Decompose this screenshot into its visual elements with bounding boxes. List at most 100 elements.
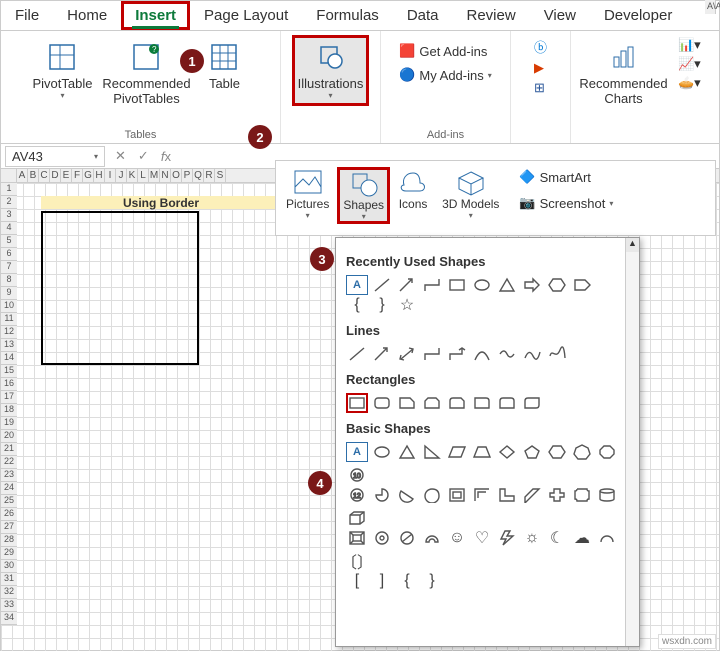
moon-shape[interactable]: ☾ bbox=[546, 528, 568, 548]
rbrace-shape[interactable]: } bbox=[371, 295, 393, 315]
dodecagon-shape[interactable]: 12 bbox=[346, 485, 368, 505]
3d-models-button[interactable]: 3D Models▾ bbox=[436, 167, 505, 222]
rectangle-shape[interactable] bbox=[346, 393, 368, 413]
rounded-rect-shape[interactable] bbox=[371, 393, 393, 413]
bevel-shape[interactable] bbox=[346, 528, 368, 548]
line-arrow-shape[interactable] bbox=[371, 344, 393, 364]
lbrace-shape[interactable]: { bbox=[346, 295, 368, 315]
rbracket-shape[interactable]: ] bbox=[371, 571, 393, 591]
textbox-shape[interactable]: A bbox=[346, 275, 368, 295]
rect-shape[interactable] bbox=[446, 275, 468, 295]
frame-shape[interactable] bbox=[446, 485, 468, 505]
pentagon-shape[interactable] bbox=[521, 442, 543, 462]
icons-button[interactable]: Icons bbox=[392, 167, 434, 213]
round-diag-shape[interactable] bbox=[521, 393, 543, 413]
lshape-shape[interactable] bbox=[496, 485, 518, 505]
snipround-shape[interactable] bbox=[446, 393, 468, 413]
teardrop-shape[interactable] bbox=[421, 485, 443, 505]
table-button[interactable]: Table bbox=[194, 37, 254, 95]
parallelogram-shape[interactable] bbox=[446, 442, 468, 462]
tab-pagelayout[interactable]: Page Layout bbox=[190, 1, 302, 30]
hexagon-shape[interactable] bbox=[546, 442, 568, 462]
smiley-shape[interactable]: ☺ bbox=[446, 528, 468, 548]
rtriangle-shape[interactable] bbox=[421, 442, 443, 462]
noentry-shape[interactable] bbox=[396, 528, 418, 548]
cancel-icon[interactable]: ✕ bbox=[109, 148, 132, 164]
tab-review[interactable]: Review bbox=[453, 1, 530, 30]
pictures-button[interactable]: Pictures▾ bbox=[280, 167, 335, 222]
name-box[interactable]: AV43▾ bbox=[5, 146, 105, 167]
curve2-shape[interactable] bbox=[496, 344, 518, 364]
textbox-shape[interactable]: A bbox=[346, 442, 368, 462]
shapes-button[interactable]: Shapes▾ bbox=[337, 167, 390, 224]
my-addins-button[interactable]: 🔵My Add-ins▾ bbox=[395, 65, 496, 85]
trapezoid-shape[interactable] bbox=[471, 442, 493, 462]
tab-formulas[interactable]: Formulas bbox=[302, 1, 393, 30]
arc-shape[interactable] bbox=[596, 528, 618, 548]
pie-shape[interactable] bbox=[371, 485, 393, 505]
scrollbar[interactable]: ▲ bbox=[625, 238, 639, 646]
check-icon[interactable]: ✓ bbox=[132, 148, 155, 164]
get-addins-button[interactable]: 🟥Get Add-ins bbox=[395, 41, 491, 61]
pivottable-button[interactable]: PivotTable ▾ bbox=[27, 37, 99, 104]
tab-view[interactable]: View bbox=[530, 1, 590, 30]
elbow-shape[interactable] bbox=[421, 344, 443, 364]
diagstripe-shape[interactable] bbox=[521, 485, 543, 505]
plaque-shape[interactable] bbox=[571, 485, 593, 505]
visio-icon[interactable]: ⊞ bbox=[534, 80, 545, 96]
line-double-shape[interactable] bbox=[396, 344, 418, 364]
halfframe-shape[interactable] bbox=[471, 485, 493, 505]
recommended-pivot-button[interactable]: ? Recommended PivotTables bbox=[98, 37, 194, 110]
screenshot-button[interactable]: 📷Screenshot▾ bbox=[515, 193, 617, 213]
heart-shape[interactable]: ♡ bbox=[471, 528, 493, 548]
octagon-shape[interactable] bbox=[596, 442, 618, 462]
people-icon[interactable]: ▶ bbox=[534, 60, 544, 76]
decagon-shape[interactable]: 10 bbox=[346, 465, 368, 485]
triangle-shape[interactable] bbox=[396, 442, 418, 462]
cloud-shape[interactable]: ☁ bbox=[571, 528, 593, 548]
tab-developer[interactable]: Developer bbox=[590, 1, 686, 30]
can-shape[interactable] bbox=[596, 485, 618, 505]
lbracket-shape[interactable]: [ bbox=[346, 571, 368, 591]
triangle-shape[interactable] bbox=[496, 275, 518, 295]
curve-shape[interactable] bbox=[471, 344, 493, 364]
cube-shape[interactable] bbox=[346, 508, 368, 528]
star-shape[interactable]: ☆ bbox=[396, 295, 418, 315]
hexagon-shape[interactable] bbox=[546, 275, 568, 295]
round1-shape[interactable] bbox=[471, 393, 493, 413]
tab-home[interactable]: Home bbox=[53, 1, 121, 30]
bing-icon[interactable]: ⓑ bbox=[534, 37, 547, 56]
chord-shape[interactable] bbox=[396, 485, 418, 505]
heptagon-shape[interactable] bbox=[571, 442, 593, 462]
smartart-button[interactable]: 🔷SmartArt bbox=[515, 167, 617, 187]
tab-data[interactable]: Data bbox=[393, 1, 453, 30]
diamond-shape[interactable] bbox=[496, 442, 518, 462]
tab-insert[interactable]: Insert bbox=[121, 1, 190, 30]
donut-shape[interactable] bbox=[371, 528, 393, 548]
tab-file[interactable]: File bbox=[1, 1, 53, 30]
scroll-up-icon[interactable]: ▲ bbox=[626, 238, 639, 252]
chart-tiny-icon[interactable]: 📈▾ bbox=[678, 56, 701, 72]
line-shape[interactable] bbox=[371, 275, 393, 295]
blockarc-shape[interactable] bbox=[421, 528, 443, 548]
plus-shape[interactable] bbox=[546, 485, 568, 505]
sun-shape[interactable]: ☼ bbox=[521, 528, 543, 548]
connector-shape[interactable] bbox=[421, 275, 443, 295]
fx-icon[interactable]: fx bbox=[155, 149, 177, 164]
oval-shape[interactable] bbox=[471, 275, 493, 295]
snip2-rect-shape[interactable] bbox=[421, 393, 443, 413]
pentarrow-shape[interactable] bbox=[571, 275, 593, 295]
freeform-shape[interactable] bbox=[521, 344, 543, 364]
rbrace-shape[interactable]: } bbox=[421, 571, 443, 591]
lbrace-shape[interactable]: { bbox=[396, 571, 418, 591]
recommended-charts-button[interactable]: Recommended Charts bbox=[573, 37, 673, 110]
rarrow-shape[interactable] bbox=[521, 275, 543, 295]
doublebracket-shape[interactable]: 〔〕 bbox=[346, 551, 368, 571]
chart-tiny-icon[interactable]: 🥧▾ bbox=[678, 75, 701, 91]
round2-shape[interactable] bbox=[496, 393, 518, 413]
snip1-rect-shape[interactable] bbox=[396, 393, 418, 413]
arrow-shape[interactable] bbox=[396, 275, 418, 295]
oval-shape[interactable] bbox=[371, 442, 393, 462]
elbow-arrow-shape[interactable] bbox=[446, 344, 468, 364]
line-shape[interactable] bbox=[346, 344, 368, 364]
